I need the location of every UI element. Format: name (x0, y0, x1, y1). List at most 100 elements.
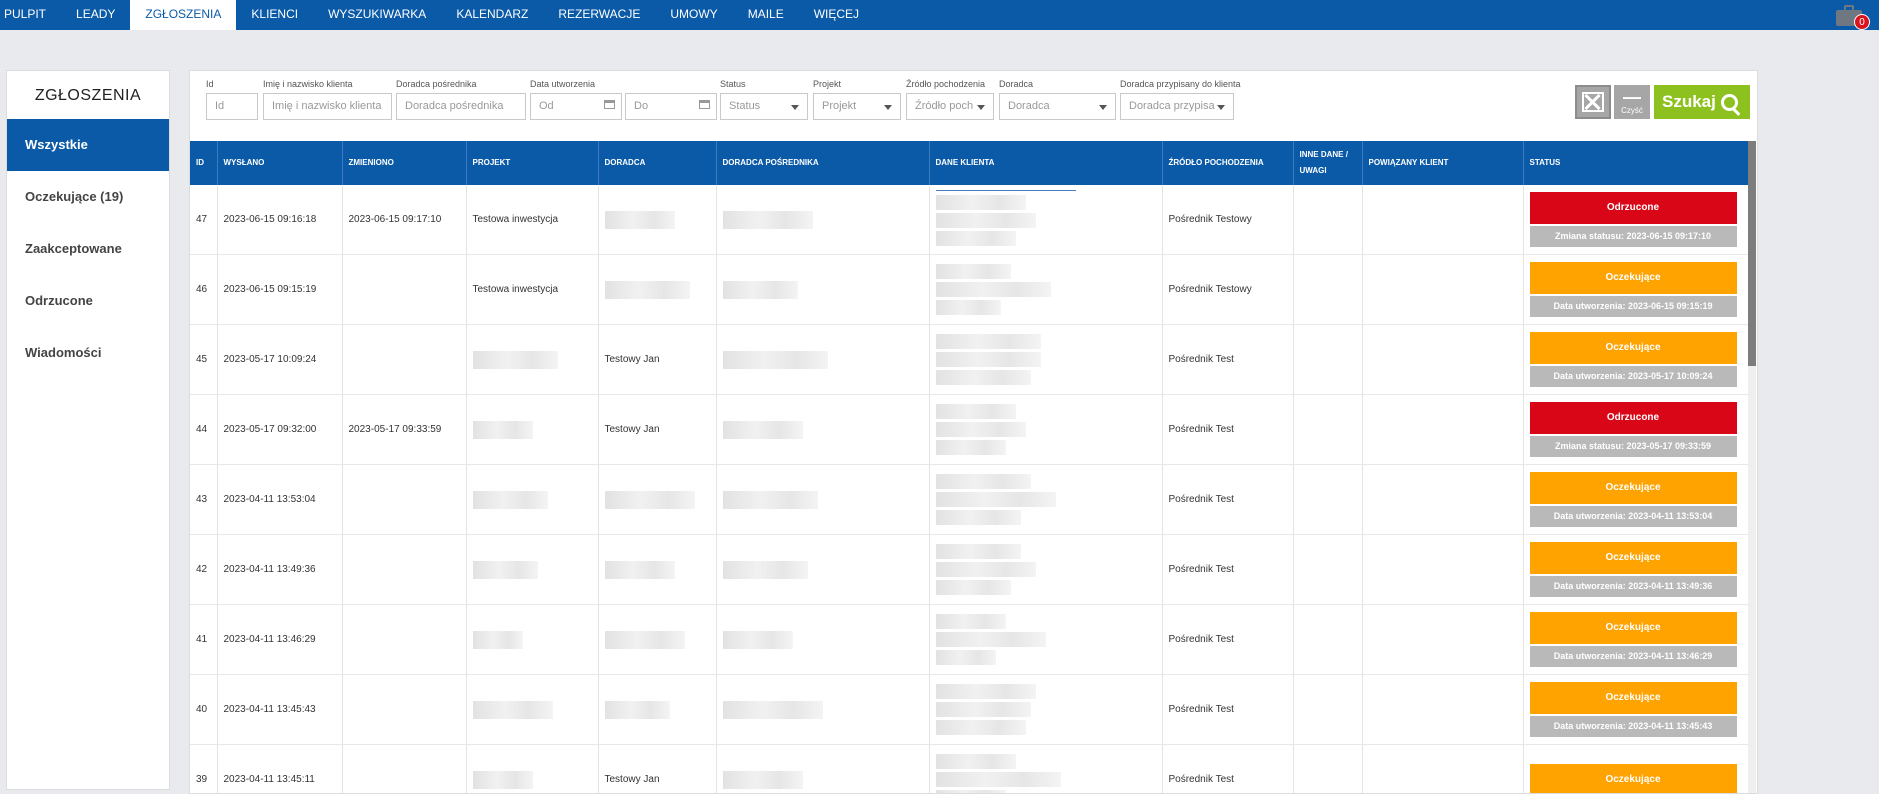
status-button[interactable]: Oczekujące (1529, 332, 1737, 364)
cell-status: Odrzucone Zmiana statusu: 2023-05-17 09:3… (1523, 394, 1749, 465)
cell-broker-advisor (716, 394, 930, 465)
cell-changed: 2023-05-17 09:33:59 (342, 394, 467, 465)
table-row[interactable]: 43 2023-04-11 13:53:04 Pośrednik Test Oczek… (190, 464, 1749, 535)
table-header-row: ID WYSŁANO ZMIENIONO PROJEKT DORADCA DOR… (190, 141, 1749, 185)
nav-kalendarz[interactable]: KALENDARZ (441, 0, 543, 30)
date-to-input[interactable]: Do (625, 93, 717, 120)
client-name-input[interactable]: Imię i nazwisko klienta (263, 93, 392, 120)
cell-changed (342, 534, 467, 605)
cell-client-data[interactable] (929, 534, 1163, 605)
filter-broker-advisor-label: Doradca pośrednika (396, 79, 477, 89)
col-header-project[interactable]: PROJEKT (466, 141, 599, 185)
status-button[interactable]: Oczekujące (1529, 262, 1737, 294)
redacted-block (935, 474, 1031, 489)
status-button[interactable]: Odrzucone (1529, 192, 1737, 224)
redacted-block (935, 404, 1016, 419)
table-body: 47 2023-06-15 09:16:18 2023-06-15 09:17:10… (190, 185, 1749, 793)
clear-button[interactable]: — Czyść (1614, 85, 1650, 119)
table-row[interactable]: 44 2023-05-17 09:32:00 2023-05-17 09:33:59… (190, 394, 1749, 465)
briefcase-icon[interactable]: 0 (1834, 2, 1870, 30)
nav-zgloszenia[interactable]: ZGŁOSZENIA (130, 0, 237, 30)
sidebar-item-rejected[interactable]: Odrzucone (7, 275, 169, 327)
cell-client-data[interactable] (929, 254, 1163, 325)
cell-broker-advisor (716, 744, 930, 793)
calendar-icon (604, 100, 615, 109)
close-filters-button[interactable] (1575, 85, 1611, 119)
col-header-status[interactable]: STATUS (1523, 141, 1749, 185)
nav-leady[interactable]: LEADY (61, 0, 130, 30)
cell-source: Pośrednik Testowy (1162, 185, 1294, 255)
table-row[interactable]: 46 2023-06-15 09:15:19 Testowa inwestycja P… (190, 254, 1749, 325)
cell-client-data[interactable] (929, 674, 1163, 745)
assigned-advisor-select[interactable]: Doradca przypisa (1120, 93, 1234, 120)
sidebar-item-all[interactable]: Wszystkie (7, 119, 169, 171)
redacted-client-data (935, 754, 1156, 793)
nav-umowy[interactable]: UMOWY (655, 0, 732, 30)
advisor-select[interactable]: Doradca (999, 93, 1116, 120)
nav-klienci[interactable]: KLIENCI (236, 0, 313, 30)
col-header-changed[interactable]: ZMIENIONO (342, 141, 467, 185)
redacted-client-data (935, 544, 1156, 595)
col-header-notes[interactable]: INNE DANE / UWAGI (1293, 141, 1363, 185)
search-button[interactable]: Szukaj (1654, 85, 1750, 119)
dash-icon: — (1623, 87, 1641, 107)
table-row[interactable]: 42 2023-04-11 13:49:36 Pośrednik Test Oczek… (190, 534, 1749, 605)
nav-rezerwacje[interactable]: REZERWACJE (543, 0, 655, 30)
table-row[interactable]: 39 2023-04-11 13:45:11 Testowy Jan Pośredni… (190, 744, 1749, 793)
cell-notes (1293, 254, 1363, 325)
project-select[interactable]: Projekt (813, 93, 901, 120)
col-header-id[interactable]: ID (190, 141, 218, 185)
scrollbar-thumb[interactable] (1748, 141, 1756, 366)
cell-client-data[interactable] (929, 464, 1163, 535)
table-row[interactable]: 41 2023-04-11 13:46:29 Pośrednik Test Oczek… (190, 604, 1749, 675)
close-icon (1582, 92, 1604, 112)
cell-client-data[interactable] (929, 604, 1163, 675)
col-header-sent[interactable]: WYSŁANO (217, 141, 343, 185)
table-row[interactable]: 40 2023-04-11 13:45:43 Pośrednik Test Oczek… (190, 674, 1749, 745)
cell-broker-advisor (716, 324, 930, 395)
cell-client-data[interactable] (929, 744, 1163, 793)
col-header-broker-advisor[interactable]: DORADCA POŚREDNIKA (716, 141, 930, 185)
cell-client-data[interactable] (929, 324, 1163, 395)
redacted-block (722, 560, 808, 579)
nav-wiecej[interactable]: WIĘCEJ (799, 0, 874, 30)
sidebar-item-accepted[interactable]: Zaakceptowane (7, 223, 169, 275)
col-header-linked-client[interactable]: POWIĄZANY KLIENT (1362, 141, 1524, 185)
redacted-client-data (935, 404, 1156, 455)
status-button[interactable]: Oczekujące (1529, 612, 1737, 644)
col-header-source[interactable]: ŹRÓDŁO POCHODZENIA (1162, 141, 1294, 185)
nav-maile[interactable]: MAILE (733, 0, 799, 30)
cell-client-data[interactable] (929, 394, 1163, 465)
sidebar-item-pending[interactable]: Oczekujące (19) (7, 171, 169, 223)
redacted-block (935, 684, 1036, 699)
sidebar-item-messages[interactable]: Wiadomości (7, 327, 169, 379)
status-button[interactable]: Odrzucone (1529, 402, 1737, 434)
id-input[interactable]: Id (206, 93, 258, 120)
redacted-block (472, 700, 553, 719)
cell-sent: 2023-06-15 09:16:18 (217, 185, 343, 255)
table-row[interactable]: 47 2023-06-15 09:16:18 2023-06-15 09:17:10… (190, 185, 1749, 255)
redacted-client-data (935, 474, 1156, 525)
broker-advisor-input[interactable]: Doradca pośrednika (396, 93, 526, 120)
cell-status: Oczekujące Data utworzenia: 2023-04-11 13… (1523, 464, 1749, 535)
status-button[interactable]: Oczekujące (1529, 542, 1737, 574)
table-row[interactable]: 45 2023-05-17 10:09:24 Testowy Jan Pośredni… (190, 324, 1749, 395)
source-select[interactable]: Źródło poch (906, 93, 994, 120)
redacted-block (472, 560, 538, 579)
cell-changed (342, 464, 467, 535)
cell-client-data[interactable] (929, 185, 1163, 255)
redacted-block (472, 770, 533, 789)
date-from-input[interactable]: Od (530, 93, 622, 120)
nav-pulpit[interactable]: PULPIT (0, 0, 61, 30)
status-button[interactable]: Oczekujące (1529, 472, 1737, 504)
redacted-block (472, 490, 548, 509)
cell-sent: 2023-05-17 09:32:00 (217, 394, 343, 465)
cell-linked-client (1362, 674, 1524, 745)
cell-advisor (598, 185, 717, 255)
col-header-client-data[interactable]: DANE KLIENTA (929, 141, 1163, 185)
status-button[interactable]: Oczekujące (1529, 763, 1737, 793)
status-button[interactable]: Oczekujące (1529, 682, 1737, 714)
col-header-advisor[interactable]: DORADCA (598, 141, 717, 185)
status-select[interactable]: Status (720, 93, 808, 120)
nav-wyszukiwarka[interactable]: WYSZUKIWARKA (313, 0, 441, 30)
